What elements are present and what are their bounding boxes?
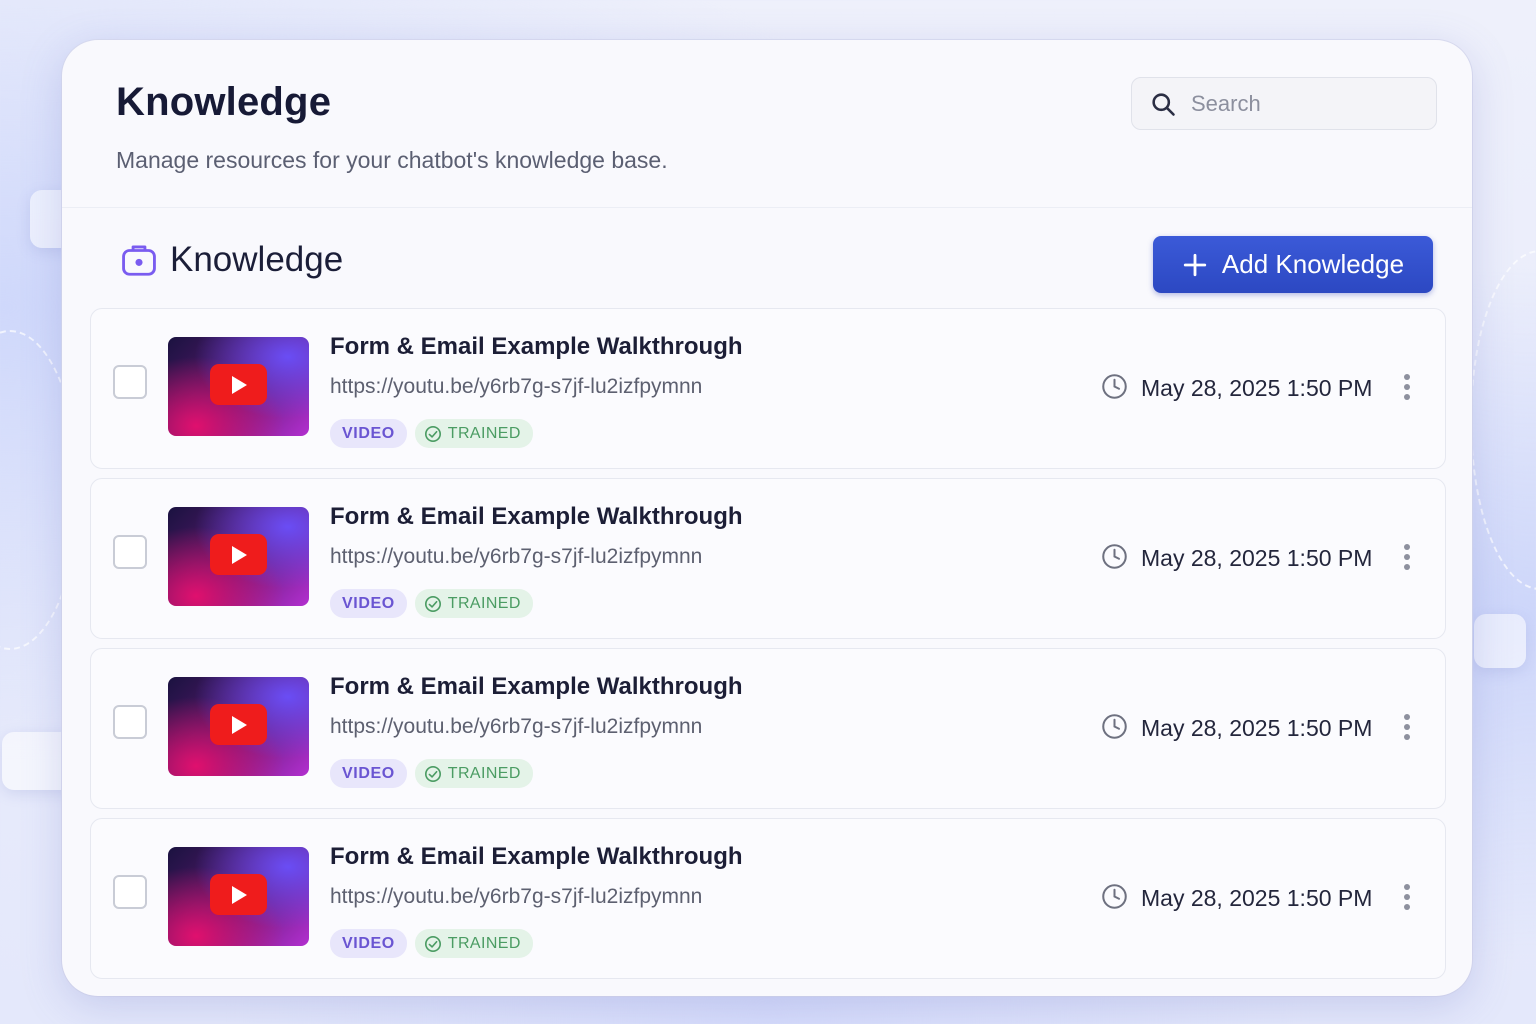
more-vertical-icon[interactable] xyxy=(1395,879,1419,915)
more-vertical-icon[interactable] xyxy=(1395,539,1419,575)
add-knowledge-label: Add Knowledge xyxy=(1221,249,1405,279)
item-date: May 28, 2025 1:50 PM xyxy=(1141,715,1373,741)
item-url[interactable]: https://youtu.be/y6rb7g-s7jf-lu2izfpymnn xyxy=(330,715,702,739)
search-input[interactable] xyxy=(1191,90,1411,117)
status-label: TRAINED xyxy=(447,424,521,442)
status-badge: TRAINED xyxy=(414,589,533,618)
check-circle-icon xyxy=(424,935,441,952)
status-label: TRAINED xyxy=(447,594,521,612)
status-badge: TRAINED xyxy=(414,929,533,958)
youtube-play-icon xyxy=(210,704,267,745)
item-tags: VIDEO TRAINED xyxy=(330,419,533,448)
check-circle-icon xyxy=(424,425,441,442)
add-knowledge-button[interactable]: Add Knowledge xyxy=(1153,236,1433,293)
knowledge-list: Form & Email Example Walkthrough https:/… xyxy=(90,308,1446,988)
item-checkbox[interactable] xyxy=(113,875,147,909)
knowledge-item[interactable]: Form & Email Example Walkthrough https:/… xyxy=(90,648,1446,809)
status-label: TRAINED xyxy=(447,764,521,782)
item-checkbox[interactable] xyxy=(113,705,147,739)
item-url[interactable]: https://youtu.be/y6rb7g-s7jf-lu2izfpymnn xyxy=(330,885,702,909)
item-checkbox[interactable] xyxy=(113,365,147,399)
item-date: May 28, 2025 1:50 PM xyxy=(1141,545,1373,571)
video-thumbnail[interactable] xyxy=(168,337,309,436)
clock-icon xyxy=(1102,884,1127,909)
status-badge: TRAINED xyxy=(414,759,533,788)
clock-icon xyxy=(1102,714,1127,739)
knowledge-item[interactable]: Form & Email Example Walkthrough https:/… xyxy=(90,478,1446,639)
item-url[interactable]: https://youtu.be/y6rb7g-s7jf-lu2izfpymnn xyxy=(330,545,702,569)
background-decoration xyxy=(1474,614,1526,668)
item-title[interactable]: Form & Email Example Walkthrough xyxy=(330,503,743,531)
youtube-play-icon xyxy=(210,364,267,405)
page-header: Knowledge Manage resources for your chat… xyxy=(62,40,1472,208)
item-tags: VIDEO TRAINED xyxy=(330,759,533,788)
clock-icon xyxy=(1102,544,1127,569)
search-icon xyxy=(1152,92,1175,116)
search-box[interactable] xyxy=(1131,77,1437,130)
item-checkbox[interactable] xyxy=(113,535,147,569)
clock-icon xyxy=(1102,374,1127,399)
section-title: Knowledge xyxy=(170,240,344,279)
video-thumbnail[interactable] xyxy=(168,847,309,946)
knowledge-item[interactable]: Form & Email Example Walkthrough https:/… xyxy=(90,308,1446,469)
more-vertical-icon[interactable] xyxy=(1395,709,1419,745)
item-title[interactable]: Form & Email Example Walkthrough xyxy=(330,333,743,361)
knowledge-box-icon xyxy=(122,245,156,276)
item-title[interactable]: Form & Email Example Walkthrough xyxy=(330,843,743,871)
video-thumbnail[interactable] xyxy=(168,507,309,606)
youtube-play-icon xyxy=(210,874,267,915)
item-date: May 28, 2025 1:50 PM xyxy=(1141,375,1373,401)
status-badge: TRAINED xyxy=(414,419,533,448)
type-badge: VIDEO xyxy=(330,759,407,788)
check-circle-icon xyxy=(424,595,441,612)
knowledge-item[interactable]: Form & Email Example Walkthrough https:/… xyxy=(90,818,1446,979)
video-thumbnail[interactable] xyxy=(168,677,309,776)
type-badge: VIDEO xyxy=(330,419,407,448)
more-vertical-icon[interactable] xyxy=(1395,369,1419,405)
plus-icon xyxy=(1183,253,1207,276)
status-label: TRAINED xyxy=(447,934,521,952)
type-badge: VIDEO xyxy=(330,589,407,618)
item-url[interactable]: https://youtu.be/y6rb7g-s7jf-lu2izfpymnn xyxy=(330,375,702,399)
youtube-play-icon xyxy=(210,534,267,575)
knowledge-panel: Knowledge Manage resources for your chat… xyxy=(62,40,1472,996)
type-badge: VIDEO xyxy=(330,929,407,958)
section-header: Knowledge xyxy=(120,240,343,280)
check-circle-icon xyxy=(424,765,441,782)
background-decoration xyxy=(1470,250,1536,590)
item-date: May 28, 2025 1:50 PM xyxy=(1141,885,1373,911)
item-title[interactable]: Form & Email Example Walkthrough xyxy=(330,673,743,701)
page-subtitle: Manage resources for your chatbot's know… xyxy=(116,147,668,173)
page-title: Knowledge xyxy=(116,80,332,124)
item-tags: VIDEO TRAINED xyxy=(330,589,533,618)
item-tags: VIDEO TRAINED xyxy=(330,929,533,958)
